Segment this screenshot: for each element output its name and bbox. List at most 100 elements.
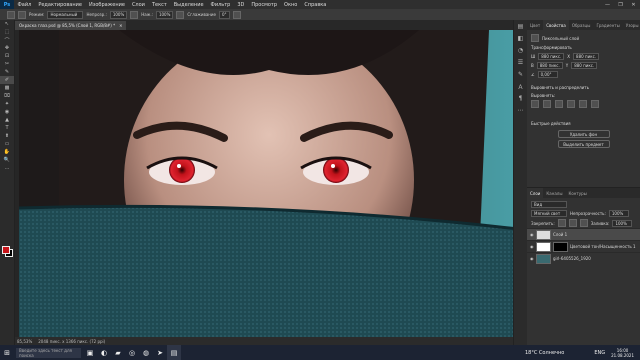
mode-select[interactable]: Нормальный	[47, 10, 84, 19]
remove-background-button[interactable]: Удалить фон	[557, 130, 610, 138]
width-field[interactable]: 880 пикс.	[538, 53, 565, 60]
pressure-opacity-icon[interactable]	[130, 10, 139, 19]
telegram-icon[interactable]: ➤	[153, 345, 167, 360]
adjustments-icon[interactable]: ◧	[514, 32, 527, 44]
photoshop-logo[interactable]: Ps	[0, 0, 14, 9]
taskbar-search[interactable]: Введите здесь текст для поиска	[16, 347, 81, 358]
menu-edit[interactable]: Редактирование	[35, 2, 86, 8]
marquee-tool-icon[interactable]: ⬚	[0, 28, 14, 36]
lock-pixels-icon[interactable]	[568, 219, 577, 227]
chrome-icon[interactable]: ◎	[125, 345, 139, 360]
align-header[interactable]: Выровнять и распределить	[527, 83, 640, 92]
opacity-field[interactable]: 100%	[109, 10, 128, 19]
visibility-eye-icon[interactable]: ◉	[530, 232, 534, 237]
document-image[interactable]	[19, 30, 513, 337]
visibility-eye-icon[interactable]: ◉	[530, 244, 534, 249]
shape-tool-icon[interactable]: ▭	[0, 140, 14, 148]
libraries-icon[interactable]: ☰	[514, 56, 527, 68]
minimize-button[interactable]: —	[601, 0, 614, 9]
layer-filter-select[interactable]: Вид	[531, 201, 567, 208]
start-button[interactable]: ⊞	[0, 345, 14, 360]
tab-channels[interactable]: Каналы	[543, 188, 565, 198]
type-tool-icon[interactable]: T	[0, 124, 14, 132]
color-icon[interactable]: ◔	[514, 44, 527, 56]
brush-settings-icon[interactable]: ✎	[514, 68, 527, 80]
character-icon[interactable]: Ａ	[514, 80, 527, 92]
tab-paths[interactable]: Контуры	[565, 188, 589, 198]
menu-filter[interactable]: Фильтр	[207, 2, 234, 8]
path-select-tool-icon[interactable]: ⬆	[0, 132, 14, 140]
lock-position-icon[interactable]	[579, 219, 588, 227]
move-tool-icon[interactable]: ↖	[0, 20, 14, 28]
eraser-tool-icon[interactable]: ✦	[0, 100, 14, 108]
quick-actions-header[interactable]: Быстрые действия	[527, 119, 640, 128]
tab-layers[interactable]: Слои	[527, 188, 544, 198]
menu-3d[interactable]: 3D	[234, 2, 248, 8]
home-icon[interactable]	[7, 10, 15, 19]
tab-swatches[interactable]: Образцы	[569, 20, 594, 30]
align-center-icon[interactable]	[543, 100, 551, 108]
align-right-icon[interactable]	[555, 100, 563, 108]
menu-layers[interactable]: Слои	[128, 2, 148, 8]
visibility-eye-icon[interactable]: ◉	[530, 256, 534, 261]
align-bottom-icon[interactable]	[591, 100, 599, 108]
dodge-tool-icon[interactable]: ▲	[0, 116, 14, 124]
height-field[interactable]: 880 пикс.	[536, 62, 563, 69]
task-view-icon[interactable]: ▣	[83, 345, 97, 360]
hand-tool-icon[interactable]: ✋	[0, 148, 14, 156]
layer-opacity-field[interactable]: 100%	[608, 210, 629, 217]
align-left-icon[interactable]	[531, 100, 539, 108]
brush-tool-icon[interactable]: ✐	[0, 76, 14, 84]
tab-color[interactable]: Цвет	[527, 20, 543, 30]
menu-image[interactable]: Изображение	[85, 2, 128, 8]
history-brush-tool-icon[interactable]: ⌧	[0, 92, 14, 100]
whatsapp-icon[interactable]: ◍	[139, 345, 153, 360]
brush-preset-icon[interactable]	[18, 10, 26, 19]
symmetry-icon[interactable]	[232, 10, 241, 19]
photoshop-taskbar-icon[interactable]: ▤	[167, 345, 181, 360]
zoom-tool-icon[interactable]: 🔍	[0, 156, 14, 164]
tab-patterns[interactable]: Узоры	[623, 20, 640, 30]
edge-icon[interactable]: ◐	[97, 345, 111, 360]
transform-header[interactable]: Трансформировать	[527, 43, 640, 52]
blend-mode-select[interactable]: Мягкий свет	[531, 210, 567, 217]
layer-row[interactable]: ◉ girl-6405526_1920	[527, 252, 640, 264]
slice-tool-icon[interactable]: ✂	[0, 60, 14, 68]
select-subject-button[interactable]: Выделить предмет	[557, 140, 610, 148]
menu-view[interactable]: Просмотр	[248, 2, 281, 8]
menu-file[interactable]: Файл	[14, 2, 35, 8]
align-middle-icon[interactable]	[579, 100, 587, 108]
explorer-icon[interactable]: ▰	[111, 345, 125, 360]
quick-select-tool-icon[interactable]: ✥	[0, 44, 14, 52]
clock[interactable]: 16:00 21.08.2021	[611, 348, 634, 358]
maximize-button[interactable]: ❐	[614, 0, 627, 9]
angle-field[interactable]: 0°	[218, 10, 230, 19]
align-top-icon[interactable]	[567, 100, 575, 108]
crop-tool-icon[interactable]: ⊡	[0, 52, 14, 60]
layer-name[interactable]: Слой 1	[553, 232, 567, 237]
fill-field[interactable]: 100%	[612, 219, 633, 227]
document-tab[interactable]: Окраска глаз.psd @ 85,5% (Слой 1, RGB/8#…	[15, 21, 127, 30]
close-tab-icon[interactable]: ✕	[119, 23, 122, 28]
angle-field-props[interactable]: 0,00°	[537, 71, 558, 78]
paragraph-icon[interactable]: ¶	[514, 92, 527, 104]
tab-properties[interactable]: Свойства	[543, 20, 569, 30]
layer-row[interactable]: ◉ Слой 1	[527, 228, 640, 240]
canvas-area[interactable]	[15, 30, 513, 337]
lasso-tool-icon[interactable]: ⌒	[0, 36, 14, 44]
language-indicator[interactable]: ENG	[594, 350, 605, 356]
foreground-color-swatch[interactable]	[2, 246, 10, 254]
flow-field[interactable]: 100%	[155, 10, 174, 19]
more-tools-icon[interactable]: …	[0, 164, 14, 172]
weather-text[interactable]: 18°C Солнечно	[525, 350, 564, 356]
menu-text[interactable]: Текст	[148, 2, 170, 8]
gradient-tool-icon[interactable]: ◉	[0, 108, 14, 116]
tab-gradients[interactable]: Градиенты	[593, 20, 622, 30]
eyedropper-tool-icon[interactable]: ✎	[0, 68, 14, 76]
more-panels-icon[interactable]: ⋯	[514, 104, 527, 116]
stamp-tool-icon[interactable]: ▩	[0, 84, 14, 92]
menu-select[interactable]: Выделение	[170, 2, 207, 8]
layer-row[interactable]: ◉ Цветовой тон/Насыщенность 1	[527, 240, 640, 252]
close-button[interactable]: ✕	[627, 0, 640, 9]
layer-name[interactable]: Цветовой тон/Насыщенность 1	[570, 244, 636, 249]
